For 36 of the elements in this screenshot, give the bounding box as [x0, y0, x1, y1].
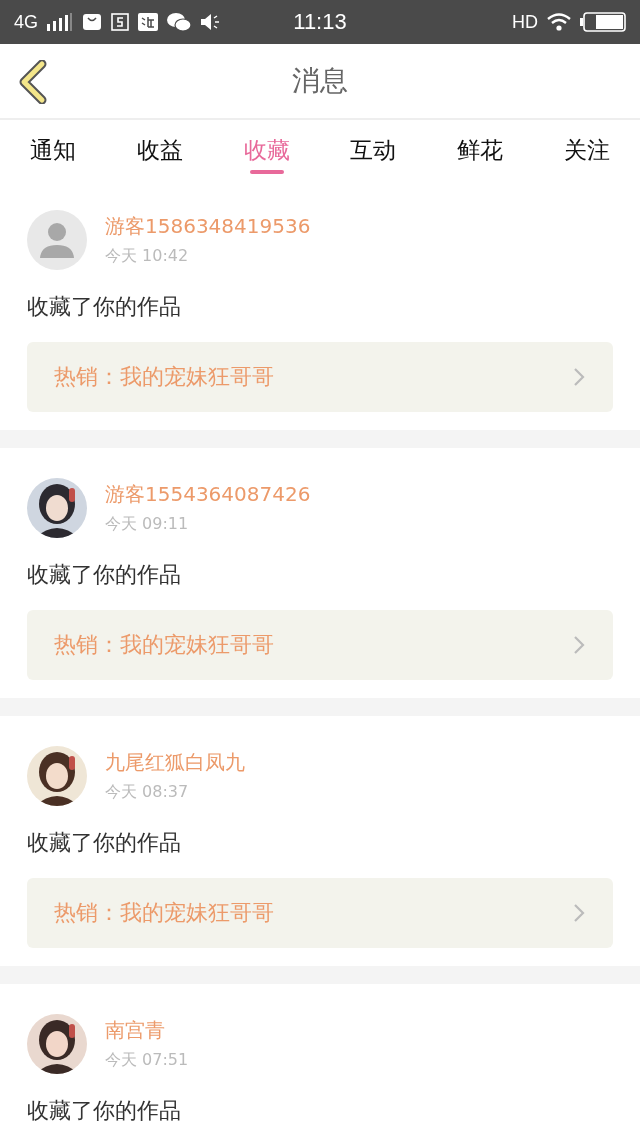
tab[interactable]: 通知	[0, 120, 107, 180]
message-text: 收藏了你的作品	[27, 293, 182, 321]
tab[interactable]: 鲜花	[426, 120, 534, 180]
speaker-icon	[200, 13, 222, 31]
clock: 11:13	[292, 9, 348, 35]
user-name[interactable]: 游客1554364087426	[105, 481, 311, 508]
user-name[interactable]: 游客1586348419536	[105, 213, 311, 240]
timestamp: 今天 10:42	[105, 246, 190, 267]
timestamp: 今天 07:51	[105, 1050, 189, 1071]
chevron-right-icon	[573, 903, 585, 923]
timestamp: 今天 08:37	[105, 782, 190, 803]
user-name[interactable]: 九尾红狐白凤九	[105, 749, 245, 776]
app-square-icon	[111, 13, 129, 31]
work-link[interactable]: 热销：我的宠妹狂哥哥	[27, 878, 613, 948]
wifi-icon	[547, 13, 571, 31]
app-square-icon	[138, 13, 158, 31]
shopping-bag-icon	[82, 13, 102, 31]
tab[interactable]: 收藏	[213, 120, 320, 180]
page-title: 消息	[292, 63, 348, 99]
chevron-right-icon	[573, 635, 585, 655]
network-label: 4G	[14, 11, 38, 33]
chat-bubbles-icon	[167, 12, 191, 32]
work-link[interactable]: 热销：我的宠妹狂哥哥	[27, 342, 613, 412]
tab[interactable]: 关注	[533, 120, 640, 180]
tab[interactable]: 互动	[320, 120, 427, 180]
battery-icon	[580, 12, 626, 32]
hd-label: HD	[512, 11, 538, 33]
work-link[interactable]: 热销：我的宠妹狂哥哥	[27, 610, 613, 680]
tab[interactable]: 收益	[106, 120, 214, 180]
signal-icon	[47, 13, 73, 31]
message-text: 收藏了你的作品	[27, 829, 182, 857]
message-text: 收藏了你的作品	[27, 561, 182, 589]
chevron-right-icon	[573, 367, 585, 387]
user-name[interactable]: 南宫青	[105, 1017, 189, 1044]
message-text: 收藏了你的作品	[27, 1097, 182, 1125]
timestamp: 今天 09:11	[105, 514, 190, 535]
